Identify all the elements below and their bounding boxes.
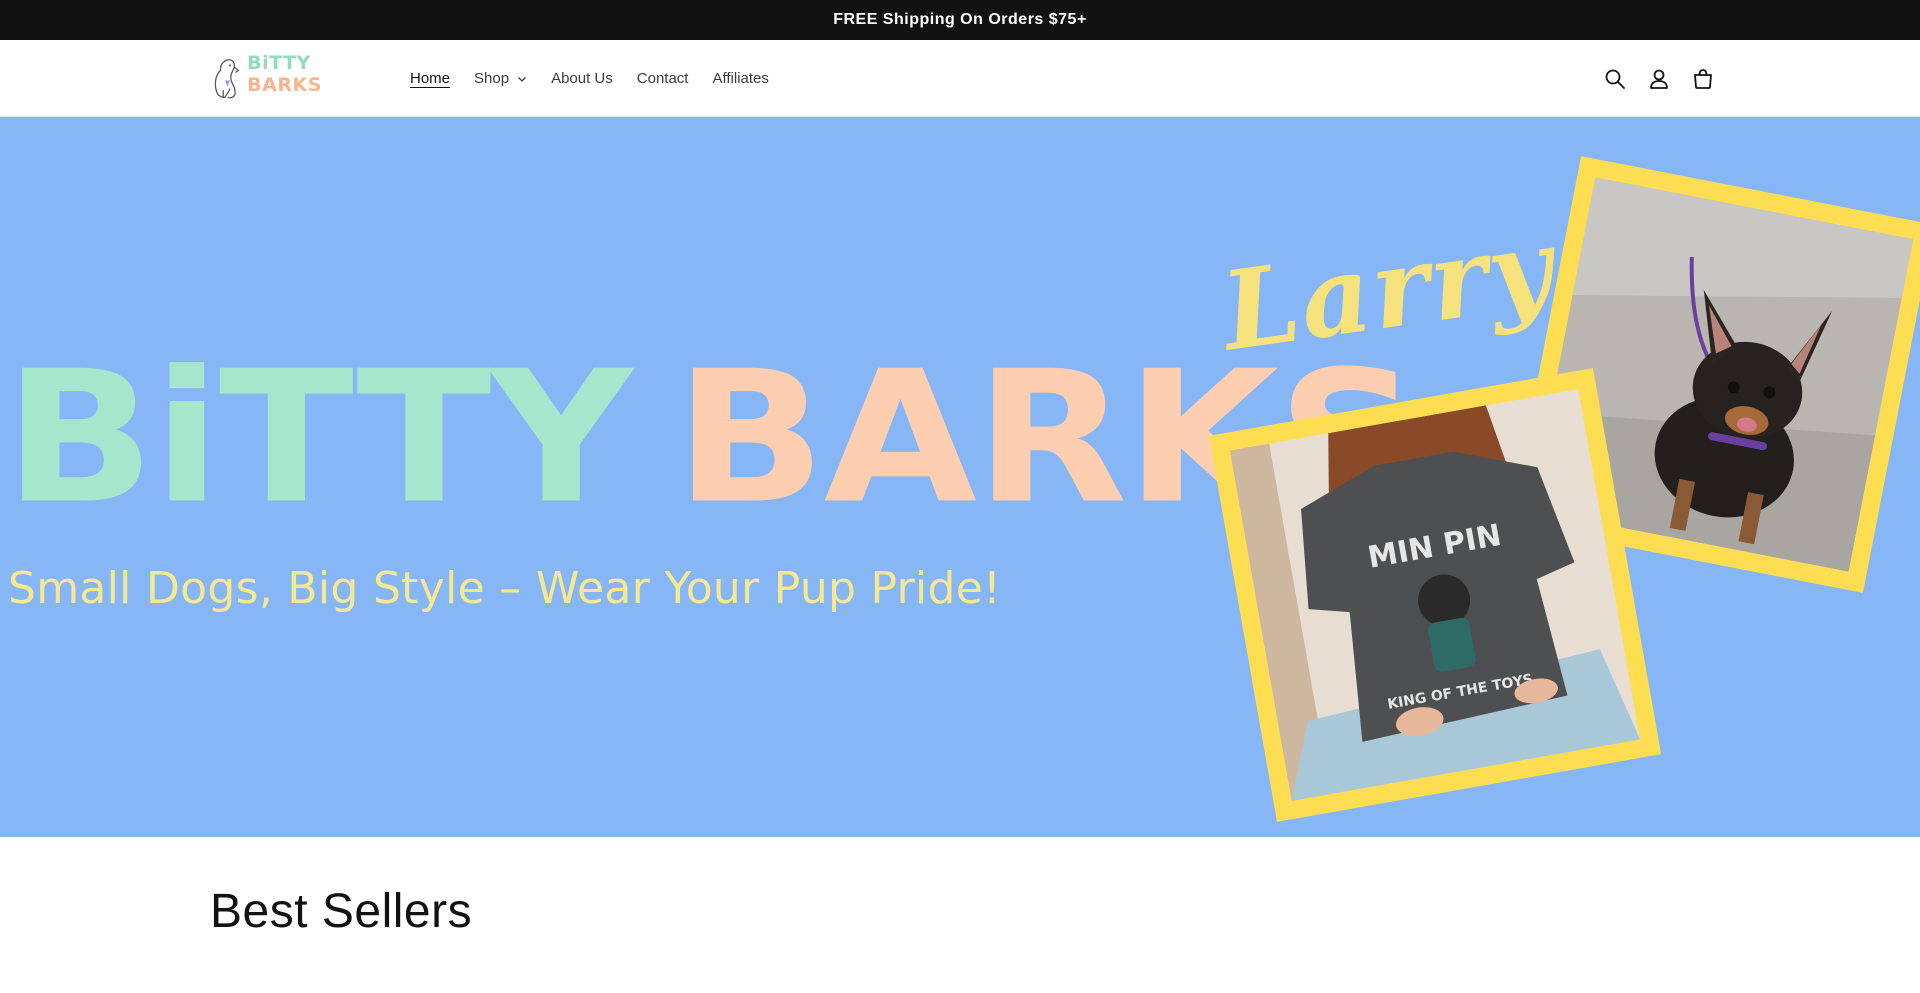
cart-icon (1694, 68, 1712, 89)
nav-label-about-us: About Us (551, 70, 613, 87)
hero-banner[interactable]: BiTTY BARKS Small Dogs, Big Style – Wear … (0, 117, 1920, 837)
header-icons (1604, 40, 1714, 117)
nav-item-contact[interactable]: Contact (625, 70, 701, 87)
account-button[interactable] (1648, 68, 1670, 90)
main-nav: Home Shop About Us Contact Affiliates (398, 40, 781, 117)
account-icon (1650, 69, 1668, 89)
hero-dog-name: Larry (1214, 204, 1562, 376)
nav-item-home[interactable]: Home (398, 70, 462, 87)
hero-brand-title: BiTTY BARKS (4, 346, 1419, 529)
nav-item-shop[interactable]: Shop (462, 70, 539, 87)
best-sellers-heading: Best Sellers (210, 885, 473, 938)
nav-label-affiliates: Affiliates (712, 70, 769, 87)
nav-label-home: Home (410, 70, 451, 87)
announcement-bar: FREE Shipping On Orders $75+ (0, 0, 1920, 40)
logo-wordmark: BiTTY BARKS (247, 52, 370, 96)
hero-brand-word-bitty: BiTTY (4, 331, 633, 544)
chevron-down-icon (518, 76, 527, 82)
shirt-photo-frame: MIN PIN KING OF THE TOYS (1208, 368, 1662, 822)
shirt-photo: MIN PIN KING OF THE TOYS (1229, 388, 1641, 802)
search-icon (1605, 69, 1625, 89)
announcement-text: FREE Shipping On Orders $75+ (833, 11, 1087, 28)
dog-logo-icon (214, 59, 240, 99)
search-button[interactable] (1604, 68, 1626, 90)
cart-button[interactable] (1692, 68, 1714, 90)
nav-label-contact: Contact (636, 70, 689, 87)
logo-word-barks: BARKS (247, 74, 322, 96)
hero-tagline: Small Dogs, Big Style – Wear Your Pup Pr… (8, 563, 1002, 614)
nav-label-shop: Shop (474, 70, 510, 87)
nav-item-affiliates[interactable]: Affiliates (700, 70, 780, 87)
nav-item-about-us[interactable]: About Us (539, 70, 625, 87)
site-header: BiTTY BARKS Home Shop About Us Contact A… (0, 40, 1920, 117)
logo-word-bitty: BiTTY (247, 52, 311, 74)
site-logo[interactable]: BiTTY BARKS (208, 50, 370, 106)
